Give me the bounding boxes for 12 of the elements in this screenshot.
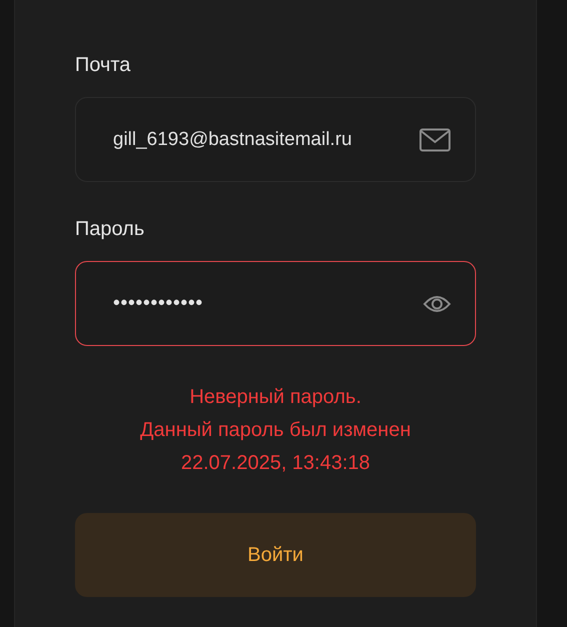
field-label: Пароль	[75, 217, 144, 242]
email-field[interactable]: gill_6193@bastnasitemail.ru	[75, 97, 476, 182]
login-button[interactable]: Войти	[75, 513, 476, 597]
envelope-icon	[419, 128, 451, 152]
field-label: Почта	[75, 53, 131, 78]
error-message: Данный пароль был изменен	[140, 418, 411, 442]
field-value: ••••••••••••	[113, 292, 204, 315]
error-message: Неверный пароль.	[190, 385, 362, 409]
error-message: 22.07.2025, 13:43:18	[180, 451, 370, 475]
field-value: gill_6193@bastnasitemail.ru	[113, 128, 352, 150]
password-field[interactable]: ••••••••••••	[75, 261, 476, 346]
eye-icon[interactable]	[423, 294, 451, 314]
